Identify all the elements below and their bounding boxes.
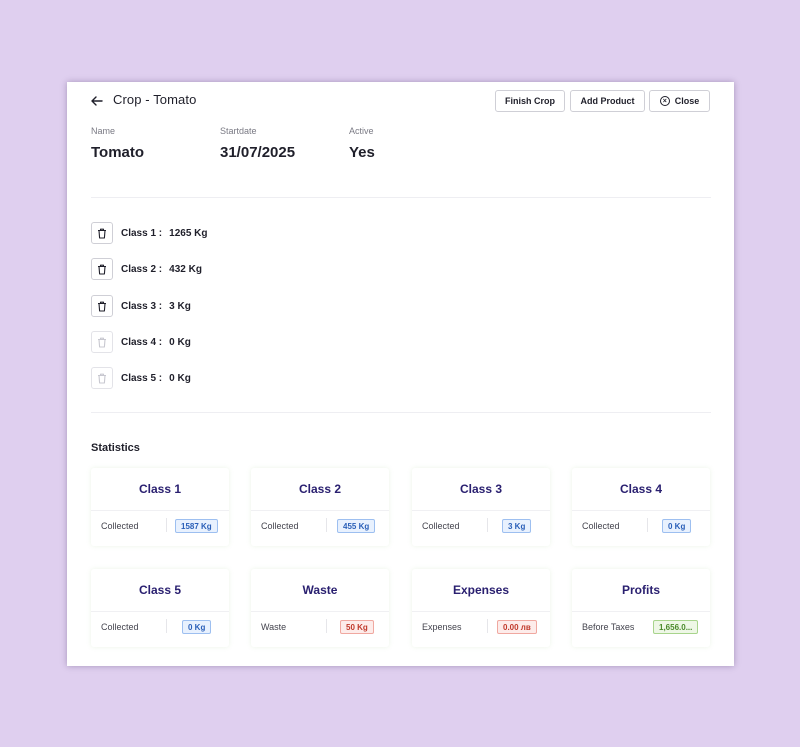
- delete-class-2-button[interactable]: [91, 258, 113, 280]
- card-divider: [412, 611, 550, 612]
- class-label: Class 3 :: [121, 300, 163, 312]
- card-label: Collected: [261, 521, 299, 531]
- close-label: Close: [674, 96, 700, 106]
- page-title: Crop - Tomato: [113, 92, 197, 107]
- value-badge: 0 Kg: [662, 519, 692, 533]
- stat-card-waste: Waste Waste 50 Kg: [251, 569, 389, 647]
- card-title: Profits: [621, 583, 660, 597]
- delete-class-4-button: [91, 331, 113, 353]
- stat-card-class-1: Class 1 Collected 1587 Kg: [91, 468, 229, 546]
- value-badge: 0 Kg: [182, 620, 212, 634]
- card-label: Collected: [422, 521, 460, 531]
- startdate-value: 31/07/2025: [220, 144, 296, 161]
- stat-card-class-4: Class 4 Collected 0 Kg: [572, 468, 710, 546]
- class-row: Class 1 : 1265 Kg: [91, 222, 208, 244]
- delete-class-3-button[interactable]: [91, 295, 113, 317]
- card-label: Collected: [101, 622, 139, 632]
- class-label: Class 5 :: [121, 372, 163, 384]
- name-label: Name: [91, 126, 116, 136]
- active-label: Active: [349, 126, 374, 136]
- card-label: Expenses: [422, 622, 462, 632]
- value-badge: 50 Kg: [340, 620, 374, 634]
- finish-crop-button[interactable]: Finish Crop: [495, 90, 565, 112]
- class-row: Class 4 : 0 Kg: [91, 331, 191, 353]
- stat-card-expenses: Expenses Expenses 0.00 лв: [412, 569, 550, 647]
- value-badge: 3 Kg: [502, 519, 532, 533]
- card-label: Collected: [582, 521, 620, 531]
- class-label: Class 2 :: [121, 263, 163, 275]
- class-value: 432 Kg: [169, 263, 202, 275]
- class-value: 1265 Kg: [169, 227, 208, 239]
- class-value: 3 Kg: [169, 300, 191, 312]
- name-value: Tomato: [91, 144, 145, 161]
- card-label: Before Taxes: [582, 622, 635, 632]
- trash-icon: [98, 264, 106, 275]
- class-label: Class 1 :: [121, 227, 163, 239]
- card-vertical-divider: [326, 619, 327, 633]
- class-row: Class 3 : 3 Kg: [91, 295, 191, 317]
- info-active: Active Yes: [349, 126, 375, 161]
- active-value: Yes: [349, 144, 375, 161]
- statistics-title: Statistics: [91, 442, 140, 454]
- card-divider: [251, 510, 389, 511]
- info-name: Name Tomato: [91, 126, 144, 161]
- stat-card-class-5: Class 5 Collected 0 Kg: [91, 569, 229, 647]
- card-divider: [91, 611, 229, 612]
- stat-card-class-2: Class 2 Collected 455 Kg: [251, 468, 389, 546]
- card-title: Class 3: [459, 482, 503, 496]
- card-label: Waste: [261, 622, 287, 632]
- trash-icon: [98, 228, 106, 239]
- delete-class-1-button[interactable]: [91, 222, 113, 244]
- finish-crop-label: Finish Crop: [505, 96, 555, 106]
- card-divider: [412, 510, 550, 511]
- stat-card-profits: Profits Before Taxes 1,656.0...: [572, 569, 710, 647]
- delete-class-5-button: [91, 367, 113, 389]
- close-circle-icon: ×: [659, 96, 670, 106]
- value-badge: 1587 Kg: [175, 519, 218, 533]
- trash-icon: [98, 337, 106, 348]
- value-badge: 455 Kg: [337, 519, 376, 533]
- card-title: Class 4: [619, 482, 663, 496]
- value-badge: 0.00 лв: [497, 620, 537, 634]
- close-button[interactable]: × Close: [649, 90, 710, 112]
- card-divider: [572, 510, 710, 511]
- card-vertical-divider: [166, 619, 167, 633]
- info-startdate: Startdate 31/07/2025: [220, 126, 295, 161]
- class-label: Class 4 :: [121, 336, 163, 348]
- card-vertical-divider: [487, 518, 488, 532]
- class-row: Class 2 : 432 Kg: [91, 258, 202, 280]
- card-title: Class 5: [138, 583, 182, 597]
- card-title: Expenses: [452, 583, 510, 597]
- card-divider: [251, 611, 389, 612]
- card-divider: [572, 611, 710, 612]
- card-vertical-divider: [487, 619, 488, 633]
- card-vertical-divider: [326, 518, 327, 532]
- stat-card-class-3: Class 3 Collected 3 Kg: [412, 468, 550, 546]
- class-value: 0 Kg: [169, 336, 191, 348]
- add-product-label: Add Product: [580, 96, 635, 106]
- class-value: 0 Kg: [169, 372, 191, 384]
- card-title: Class 1: [138, 482, 182, 496]
- value-badge: 1,656.0...: [653, 620, 699, 634]
- arrow-left-icon[interactable]: [90, 94, 104, 108]
- card-vertical-divider: [647, 518, 648, 532]
- card-label: Collected: [101, 521, 139, 531]
- divider: [91, 197, 711, 198]
- trash-icon: [98, 301, 106, 312]
- card-vertical-divider: [166, 518, 167, 532]
- crop-details-panel: Crop - Tomato Finish Crop Add Product × …: [67, 82, 734, 666]
- add-product-button[interactable]: Add Product: [570, 90, 645, 112]
- card-title: Class 2: [298, 482, 342, 496]
- divider: [91, 412, 711, 413]
- startdate-label: Startdate: [220, 126, 257, 136]
- card-title: Waste: [302, 583, 338, 597]
- card-divider: [91, 510, 229, 511]
- trash-icon: [98, 373, 106, 384]
- class-row: Class 5 : 0 Kg: [91, 367, 191, 389]
